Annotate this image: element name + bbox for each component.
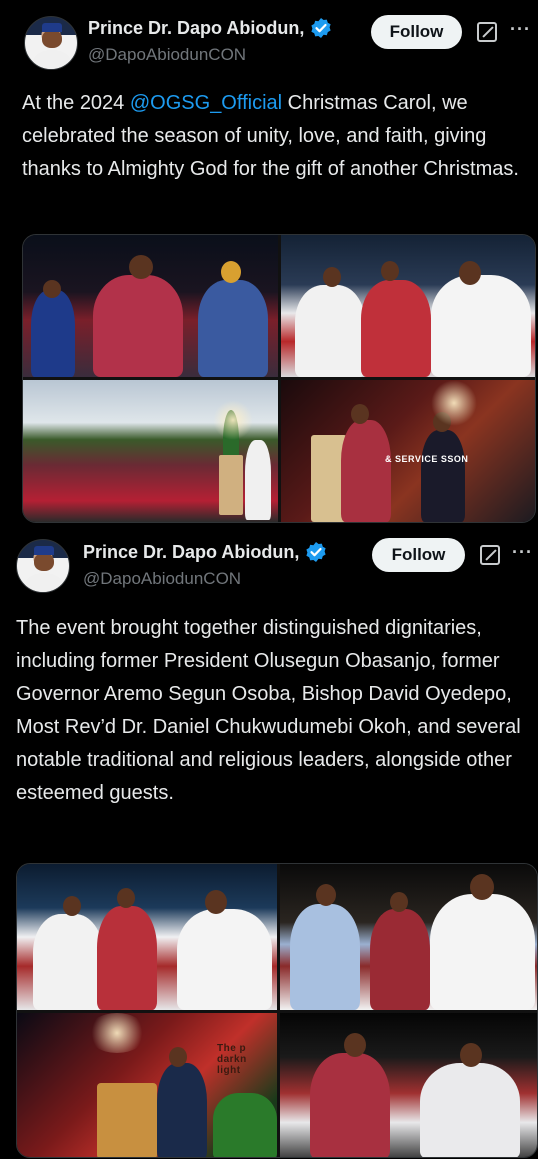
media-photo[interactable] <box>23 380 278 522</box>
post-2: Prince Dr. Dapo Abiodun, @DapoAbiodunCON… <box>0 530 538 1159</box>
author-handle[interactable]: @DapoAbiodunCON <box>88 45 246 65</box>
post-text-part: At the 2024 <box>22 92 130 114</box>
media-photo[interactable] <box>17 864 277 1010</box>
more-icon[interactable]: ··· <box>510 19 531 40</box>
media-sign-text: The p darkn light <box>217 1043 247 1076</box>
post-1: Prince Dr. Dapo Abiodun, @DapoAbiodunCON… <box>0 0 538 530</box>
author-name[interactable]: Prince Dr. Dapo Abiodun, <box>88 18 304 39</box>
avatar[interactable] <box>24 16 78 70</box>
avatar[interactable] <box>16 539 70 593</box>
mention-link[interactable]: @OGSG_Official <box>130 92 282 114</box>
media-sign-text: & SERVICE SSON <box>385 454 469 464</box>
post-header: Prince Dr. Dapo Abiodun, @DapoAbiodunCON… <box>0 0 538 80</box>
media-photo[interactable] <box>281 235 535 377</box>
author-name-line[interactable]: Prince Dr. Dapo Abiodun, <box>88 17 332 39</box>
post-text: At the 2024 @OGSG_Official Christmas Car… <box>22 87 532 186</box>
media-photo[interactable] <box>23 235 278 377</box>
post-header: Prince Dr. Dapo Abiodun, @DapoAbiodunCON… <box>0 530 538 610</box>
more-icon[interactable]: ··· <box>512 542 533 563</box>
grok-icon[interactable] <box>477 22 497 42</box>
author-name-line[interactable]: Prince Dr. Dapo Abiodun, <box>83 541 327 563</box>
verified-badge-icon <box>311 18 331 38</box>
post-text: The event brought together distinguished… <box>16 617 521 804</box>
media-grid[interactable]: The p darkn light <box>16 863 538 1158</box>
verified-badge-icon <box>306 542 326 562</box>
author-handle[interactable]: @DapoAbiodunCON <box>83 569 241 589</box>
follow-button[interactable]: Follow <box>372 538 465 572</box>
media-photo[interactable]: & SERVICE SSON <box>281 380 535 522</box>
media-photo[interactable] <box>280 864 537 1010</box>
grok-icon[interactable] <box>480 545 500 565</box>
follow-button[interactable]: Follow <box>371 15 462 49</box>
media-photo[interactable] <box>280 1013 537 1157</box>
author-name[interactable]: Prince Dr. Dapo Abiodun, <box>83 542 299 563</box>
media-photo[interactable]: The p darkn light <box>17 1013 277 1157</box>
media-grid[interactable]: & SERVICE SSON <box>22 234 536 523</box>
